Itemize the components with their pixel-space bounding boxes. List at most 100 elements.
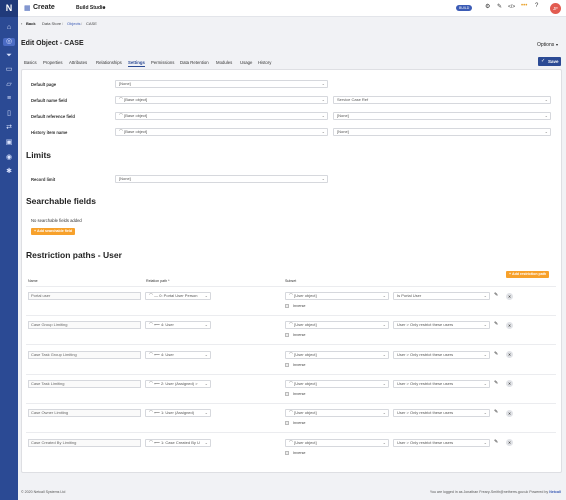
footer-login-info: You are logged in as Jonathan Freary-Smi… bbox=[430, 490, 561, 494]
lock-icon[interactable]: ▣ bbox=[5, 139, 13, 147]
breadcrumb-item[interactable]: Data Store bbox=[42, 21, 61, 26]
top-bar: ▦ Create Build Studio ▾ BUILD ⚙ ✎ </> ••… bbox=[18, 0, 566, 17]
subset-object-select[interactable]: ⌒ [User object] ⌄ bbox=[285, 292, 389, 300]
layers-icon[interactable]: ≡ bbox=[5, 95, 13, 103]
gear-icon[interactable]: ✱ bbox=[5, 168, 13, 176]
breadcrumb-item[interactable]: Objects bbox=[67, 21, 81, 26]
relation-path-select[interactable]: ⌒ ⟵ 4: User ⌄ bbox=[145, 350, 211, 359]
mobile-icon[interactable]: ▯ bbox=[5, 110, 13, 118]
chevron-down-icon: ⌄ bbox=[382, 380, 386, 386]
save-button[interactable]: ✓ Save bbox=[538, 57, 561, 66]
restriction-name-input[interactable]: Case Task Group Limiting bbox=[28, 350, 141, 359]
restriction-name-input[interactable]: Case Created By Limiting bbox=[28, 438, 141, 447]
inverse-checkbox[interactable] bbox=[285, 304, 289, 308]
subset-field-select[interactable]: User > Only restrict these users ⌄ bbox=[393, 409, 490, 418]
relation-path-select[interactable]: ⌒ ⟵ 1: Case Created By U ⌄ bbox=[145, 438, 211, 447]
relation-path-select[interactable]: ⌒ ⟵ 2: User (Assigned) > ⌄ bbox=[145, 379, 211, 388]
restriction-name-input[interactable]: Case Task Limiting bbox=[28, 379, 141, 388]
default-reference-field-select[interactable]: [None] ⌄ bbox=[333, 112, 551, 120]
tab-modules[interactable]: Modules bbox=[216, 60, 232, 65]
chat-icon[interactable]: ▱ bbox=[5, 81, 13, 89]
default-page-select[interactable]: [None] ⌄ bbox=[115, 80, 328, 88]
subset-field-select[interactable]: User > Only restrict these users ⌄ bbox=[393, 438, 490, 447]
relation-path-select[interactable]: ⌒ ⟵ 1: User (Assigned) ⌄ bbox=[145, 409, 211, 418]
add-searchable-field-button[interactable]: + Add searchable field bbox=[31, 228, 76, 235]
subset-object-select[interactable]: ⌒ [User object] ⌄ bbox=[285, 379, 389, 388]
restriction-name-input[interactable]: Portal user bbox=[28, 292, 141, 300]
select-value: 4: User bbox=[160, 322, 174, 328]
edit-icon[interactable]: ✎ bbox=[494, 380, 498, 386]
settings-icon[interactable]: ◎ bbox=[3, 38, 15, 46]
edit-icon[interactable]: ✎ bbox=[494, 439, 498, 445]
home-icon[interactable]: ⌂ bbox=[5, 24, 13, 32]
tab-usage[interactable]: Usage bbox=[240, 60, 252, 65]
subset-field-select[interactable]: Is Portal User ⌄ bbox=[393, 292, 490, 300]
chevron-down-icon[interactable]: ▾ bbox=[103, 5, 105, 10]
restriction-name-input[interactable]: Case Owner Limiting bbox=[28, 409, 141, 418]
add-restriction-path-button[interactable]: + Add restriction path bbox=[506, 271, 550, 278]
tab-relationships[interactable]: Relationships bbox=[96, 60, 122, 65]
subset-field-select[interactable]: User > Only restrict these users ⌄ bbox=[393, 379, 490, 388]
history-item-field-select[interactable]: [None] ⌄ bbox=[333, 128, 551, 136]
history-item-path-select[interactable]: ⌒ [Base object] ⌄ bbox=[115, 128, 328, 136]
select-value: 2: User (Assigned) > bbox=[160, 380, 198, 386]
studio-selector[interactable]: Build Studio bbox=[76, 5, 105, 11]
location-icon[interactable]: ◉ bbox=[5, 154, 13, 162]
build-icon[interactable]: ⚙ bbox=[485, 3, 490, 10]
tab-permissions[interactable]: Permissions bbox=[151, 60, 174, 65]
edit-icon[interactable]: ✎ bbox=[494, 292, 498, 298]
pen-icon[interactable]: ✎ bbox=[497, 3, 502, 10]
default-reference-path-select[interactable]: ⌒ [Base object] ⌄ bbox=[115, 112, 328, 120]
app-logo[interactable]: N bbox=[0, 0, 18, 17]
chevron-down-icon[interactable]: ▾ bbox=[556, 42, 558, 47]
grid-icon[interactable]: ▦ bbox=[24, 4, 31, 12]
back-link[interactable]: Back bbox=[26, 21, 36, 26]
avatar[interactable]: JF bbox=[550, 3, 561, 14]
tab-properties[interactable]: Properties bbox=[43, 60, 63, 65]
options-menu[interactable]: Options bbox=[537, 42, 554, 48]
restriction-name-input[interactable]: Case Group Limiting bbox=[28, 321, 141, 330]
select-value: [None] bbox=[119, 81, 131, 86]
back-arrow-icon[interactable]: ‹ bbox=[21, 21, 22, 26]
chevron-down-icon: ⌄ bbox=[321, 176, 325, 181]
subset-field-select[interactable]: User > Only restrict these users ⌄ bbox=[393, 350, 490, 359]
brand-link[interactable]: Netcall bbox=[549, 490, 561, 494]
tab-history[interactable]: History bbox=[258, 60, 271, 65]
code-icon[interactable]: </> bbox=[508, 4, 515, 10]
remove-row-button[interactable]: ✕ bbox=[506, 292, 513, 300]
swap-icon[interactable]: ⇄ bbox=[5, 124, 13, 132]
subset-object-select[interactable]: ⌒ [User object] ⌄ bbox=[285, 409, 389, 418]
help-icon[interactable]: ? bbox=[535, 3, 538, 9]
edit-icon[interactable]: ✎ bbox=[494, 351, 498, 357]
subset-object-select[interactable]: ⌒ [User object] ⌄ bbox=[285, 321, 389, 330]
edit-icon[interactable]: ✎ bbox=[494, 321, 498, 327]
inverse-checkbox[interactable] bbox=[285, 421, 289, 426]
default-name-path-select[interactable]: ⌒ [Base object] ⌄ bbox=[115, 96, 328, 104]
funnel-icon[interactable]: ⏷ bbox=[5, 52, 13, 60]
remove-row-button[interactable]: ✕ bbox=[506, 321, 513, 329]
inverse-checkbox[interactable] bbox=[285, 362, 289, 367]
inverse-checkbox[interactable] bbox=[285, 333, 289, 338]
tab-settings[interactable]: Settings bbox=[128, 60, 145, 67]
chevron-down-icon: ⌄ bbox=[483, 322, 487, 328]
subset-field-select[interactable]: User > Only restrict these users ⌄ bbox=[393, 321, 490, 330]
chevron-down-icon: ⌄ bbox=[321, 129, 325, 134]
subset-object-select[interactable]: ⌒ [User object] ⌄ bbox=[285, 438, 389, 447]
record-limit-select[interactable]: [None] ⌄ bbox=[115, 175, 328, 183]
inverse-checkbox[interactable] bbox=[285, 450, 289, 455]
edit-icon[interactable]: ✎ bbox=[494, 409, 498, 415]
subset-object-select[interactable]: ⌒ [User object] ⌄ bbox=[285, 350, 389, 359]
status-dots-icon[interactable]: ••• bbox=[521, 3, 527, 9]
relation-path-select[interactable]: ⌒ — 0: Portal User Person ⌄ bbox=[145, 292, 211, 300]
monitor-icon[interactable]: ▭ bbox=[5, 66, 13, 74]
remove-row-button[interactable]: ✕ bbox=[506, 439, 513, 446]
chevron-down-icon: ⌄ bbox=[382, 322, 386, 328]
tab-data-retention[interactable]: Data Retention bbox=[180, 60, 209, 65]
page-title: Edit Object - CASE bbox=[21, 40, 84, 47]
inverse-checkbox[interactable] bbox=[285, 391, 289, 396]
default-name-field-select[interactable]: Service Case Ref ⌄ bbox=[333, 96, 551, 104]
tab-basics[interactable]: Basics bbox=[24, 60, 37, 65]
tab-attributes[interactable]: Attributes bbox=[69, 60, 87, 65]
remove-row-button[interactable]: ✕ bbox=[506, 409, 513, 417]
relation-path-select[interactable]: ⌒ ⟵ 4: User ⌄ bbox=[145, 321, 211, 330]
